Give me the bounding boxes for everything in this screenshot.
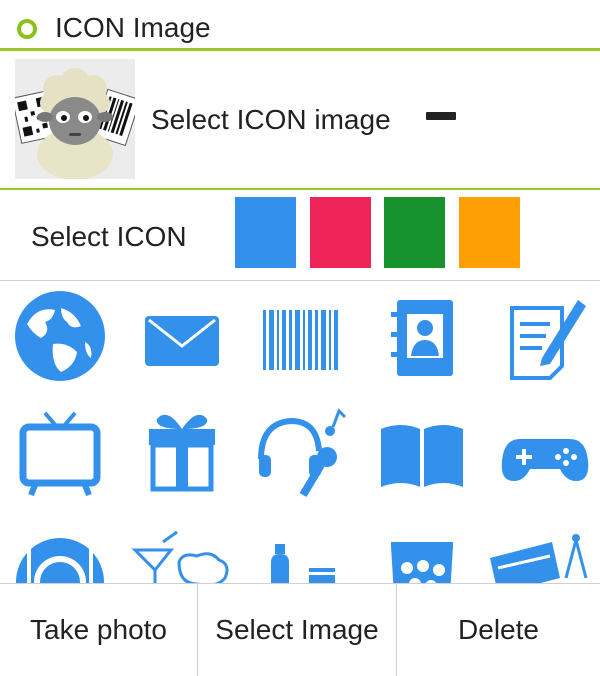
- icon-color-row: Select ICON: [0, 190, 600, 281]
- icon-thumbnail[interactable]: [15, 59, 135, 179]
- dining-icon[interactable]: [5, 512, 115, 583]
- delete-button[interactable]: Delete: [397, 584, 600, 676]
- icon-image-row[interactable]: Select ICON image: [0, 48, 600, 190]
- color-swatch-red[interactable]: [310, 197, 371, 268]
- select-icon-image-label: Select ICON image: [151, 104, 391, 135]
- select-icon-color-label: Select ICON: [31, 221, 187, 252]
- action-bar: Take photo Select Image Delete: [0, 583, 600, 676]
- address-book-icon[interactable]: [367, 286, 477, 386]
- gift-icon[interactable]: [127, 399, 237, 499]
- color-swatch-orange[interactable]: [459, 197, 520, 268]
- gamepad-icon[interactable]: [490, 399, 600, 499]
- select-image-button[interactable]: Select Image: [198, 584, 397, 676]
- cocktail-icon[interactable]: [127, 512, 237, 583]
- globe-icon[interactable]: [5, 286, 115, 386]
- bottles-icon[interactable]: [247, 512, 357, 583]
- icon-grid: [0, 281, 600, 583]
- headphones-music-icon[interactable]: [247, 399, 357, 499]
- mail-icon[interactable]: [127, 286, 237, 386]
- section-title: ICON Image: [55, 12, 211, 43]
- take-photo-button[interactable]: Take photo: [0, 584, 198, 676]
- sheep-barcode-image: [15, 59, 135, 179]
- memo-edit-icon[interactable]: [490, 286, 600, 386]
- ruler-compass-icon[interactable]: [490, 512, 600, 583]
- color-swatch-green[interactable]: [384, 197, 445, 268]
- minus-icon[interactable]: [426, 112, 456, 120]
- book-icon[interactable]: [367, 399, 477, 499]
- section-header: ICON Image: [0, 0, 600, 51]
- color-swatch-blue[interactable]: [235, 197, 296, 268]
- barcode-icon[interactable]: [247, 286, 357, 386]
- circle-bullet-icon: [17, 19, 37, 39]
- snack-bag-icon[interactable]: [367, 512, 477, 583]
- tv-icon[interactable]: [5, 399, 115, 499]
